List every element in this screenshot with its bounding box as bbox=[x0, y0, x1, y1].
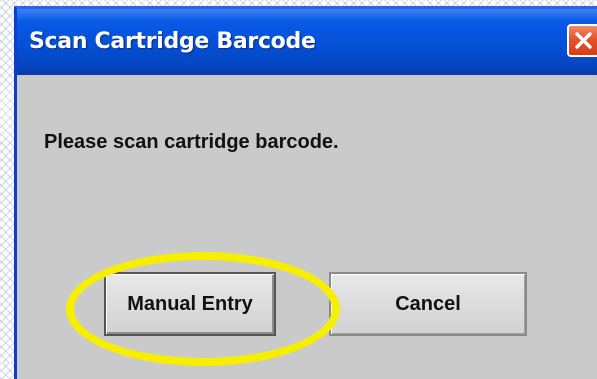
dialog-title: Scan Cartridge Barcode bbox=[29, 29, 316, 54]
dialog-body: Please scan cartridge barcode. Manual En… bbox=[17, 75, 597, 379]
close-icon bbox=[575, 32, 592, 49]
scan-prompt-message: Please scan cartridge barcode. bbox=[44, 131, 339, 153]
scan-barcode-dialog: Scan Cartridge Barcode Please scan cartr… bbox=[14, 6, 597, 379]
title-bar[interactable]: Scan Cartridge Barcode bbox=[17, 9, 597, 75]
close-button[interactable] bbox=[567, 24, 597, 57]
manual-entry-button[interactable]: Manual Entry bbox=[104, 272, 276, 336]
cancel-button[interactable]: Cancel bbox=[329, 272, 527, 336]
